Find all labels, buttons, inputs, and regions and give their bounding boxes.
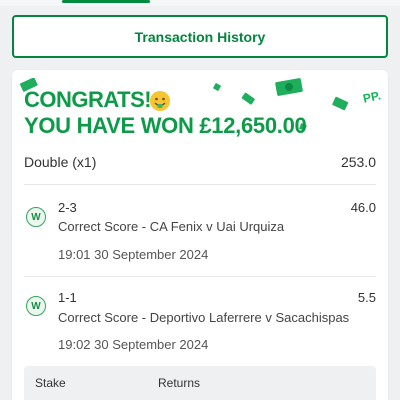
top-strip — [0, 0, 400, 6]
money-mouth-face-icon — [150, 91, 170, 111]
money-note-icon — [275, 78, 303, 96]
transaction-history-button[interactable]: Transaction History — [12, 15, 388, 58]
win-banner: CONGRATS! YOU HAVE WON £12,650.00 PP. — [12, 70, 388, 142]
money-note-icon — [212, 82, 222, 92]
total-odds: 253.0 — [340, 154, 376, 170]
leg-market: Correct Score - CA Fenix v Uai Urquiza — [58, 219, 285, 234]
money-note-icon — [332, 96, 349, 111]
leg-market: Correct Score - Deportivo Laferrere v Sa… — [58, 310, 350, 325]
leg-score: 2-3 — [58, 200, 77, 215]
leg-odds: 46.0 — [350, 200, 376, 215]
congrats-heading: CONGRATS! — [24, 87, 152, 112]
won-amount-heading: YOU HAVE WON £12,650.00 — [24, 113, 307, 138]
leg-score: 1-1 — [58, 290, 77, 305]
win-status-icon: W — [26, 207, 46, 227]
stake-returns-panel: Stake Returns — [24, 366, 376, 400]
divider — [24, 276, 376, 277]
returns-label: Returns — [158, 376, 201, 390]
top-tab-indicator — [62, 0, 150, 3]
leg-odds: 5.5 — [357, 290, 376, 305]
stake-label: Stake — [35, 376, 66, 390]
bet-card: CONGRATS! YOU HAVE WON £12,650.00 PP. Do… — [12, 70, 388, 400]
bet-type-label: Double (x1) — [24, 154, 97, 170]
divider — [24, 184, 376, 185]
leg-time: 19:02 30 September 2024 — [58, 337, 209, 352]
transaction-history-label: Transaction History — [134, 28, 266, 45]
leg-time: 19:01 30 September 2024 — [58, 247, 209, 262]
brand-tag: PP. — [361, 88, 383, 106]
money-note-icon — [241, 92, 255, 105]
win-status-icon: W — [26, 296, 46, 316]
